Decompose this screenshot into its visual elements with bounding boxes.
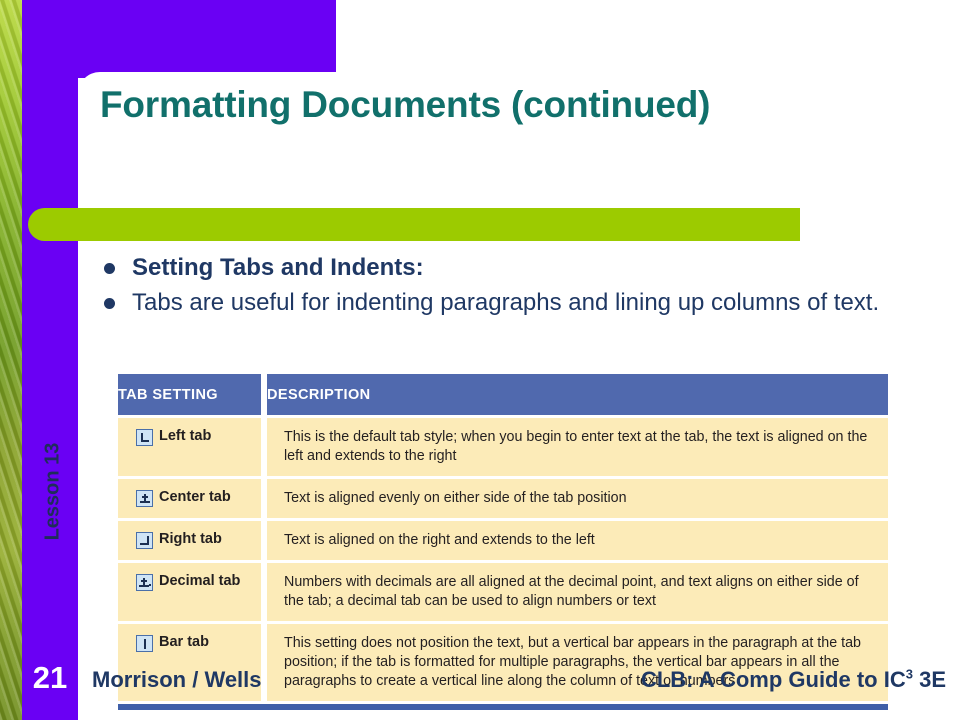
- footer-authors: Morrison / Wells: [92, 667, 262, 692]
- slide-canvas: Formatting Documents (continued) Lesson …: [0, 0, 960, 720]
- lesson-label: Lesson 13: [41, 442, 64, 541]
- footer-book-suffix: 3E: [912, 667, 946, 692]
- tab-setting-name: Center tab: [159, 489, 231, 505]
- tab-setting-cell: Right tab: [118, 521, 261, 563]
- footer-book-superscript: 3: [905, 666, 913, 682]
- footer-book-prefix: CLB: A Comp Guide to IC: [640, 667, 906, 692]
- purple-top-block: [22, 0, 336, 78]
- tab-setting-cell: Center tab: [118, 479, 261, 521]
- list-item: Tabs are useful for indenting paragraphs…: [104, 287, 894, 319]
- leaf-texture-strip: [0, 0, 22, 720]
- tab-setting-cell: Decimal tab: [118, 563, 261, 624]
- tab-setting-name: Right tab: [159, 531, 222, 547]
- list-item: Setting Tabs and Indents:: [104, 252, 894, 284]
- bullet-dot-icon: [104, 298, 115, 309]
- table-row: Right tab Text is aligned on the right a…: [118, 521, 888, 563]
- tab-setting-name: Left tab: [159, 428, 212, 444]
- column-header-tab-setting: TAB SETTING: [118, 374, 261, 418]
- column-header-description: DESCRIPTION: [267, 374, 888, 418]
- green-accent-bar: [28, 208, 800, 241]
- bullet-text: Tabs are useful for indenting paragraphs…: [132, 289, 880, 316]
- left-tab-icon: [136, 429, 153, 446]
- description-cell: Numbers with decimals are all aligned at…: [267, 563, 888, 624]
- description-cell: This is the default tab style; when you …: [267, 418, 888, 479]
- footer-book-title: CLB: A Comp Guide to IC3 3E: [641, 667, 946, 693]
- purple-side-band: [22, 0, 78, 720]
- table-header-row: TAB SETTING DESCRIPTION: [118, 374, 888, 418]
- tab-setting-name: Decimal tab: [159, 573, 241, 589]
- table-row: Center tab Text is aligned evenly on eit…: [118, 479, 888, 521]
- bar-tab-icon: [136, 635, 153, 652]
- table-row: Left tab This is the default tab style; …: [118, 418, 888, 479]
- center-tab-icon: [136, 490, 153, 507]
- tab-setting-name: Bar tab: [159, 634, 209, 650]
- slide-number: 21: [32, 660, 68, 695]
- tab-setting-cell: Left tab: [118, 418, 261, 479]
- bullet-list: Setting Tabs and Indents: Tabs are usefu…: [104, 252, 894, 322]
- bullet-text: Setting Tabs and Indents:: [132, 254, 424, 281]
- page-title: Formatting Documents (continued): [100, 84, 711, 125]
- right-tab-icon: [136, 532, 153, 549]
- tab-settings-table: TAB SETTING DESCRIPTION Left tab This is…: [118, 374, 888, 710]
- decimal-tab-icon: [136, 574, 153, 591]
- description-cell: Text is aligned evenly on either side of…: [267, 479, 888, 521]
- description-cell: Text is aligned on the right and extends…: [267, 521, 888, 563]
- table-row: Decimal tab Numbers with decimals are al…: [118, 563, 888, 624]
- bullet-dot-icon: [104, 263, 115, 274]
